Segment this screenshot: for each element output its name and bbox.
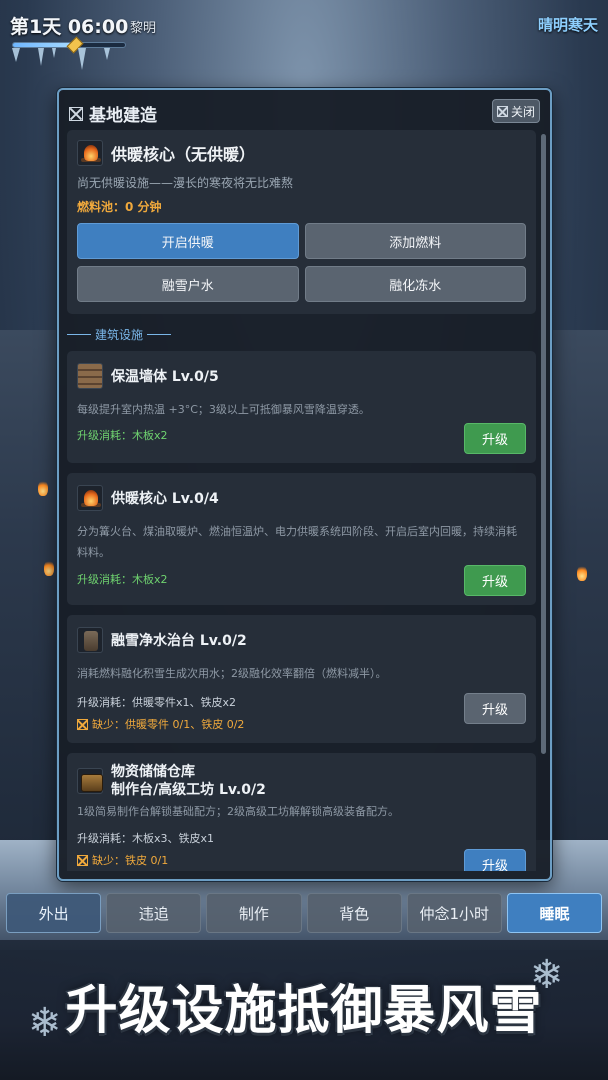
upgrade-cost: 升级消耗：供暖零件x1、铁皮x2 <box>77 696 237 709</box>
upgrade-cost: 升级消耗：木板x3、铁皮x1 <box>77 832 215 845</box>
chest-icon <box>77 768 103 794</box>
building-desc: 消耗燃料融化积雪生成次用水；2级融化效率翻倍（燃料减半）。 <box>77 667 387 680</box>
building-title-text: 供暖核心 Lv.0/4 <box>111 491 219 507</box>
time-progress-fill <box>13 43 75 47</box>
upgrade-cost: 升级消耗：木板x2 <box>77 429 168 442</box>
missing-materials-text: 缺少：铁皮 0/1 <box>92 854 169 867</box>
panel-scrollbar[interactable] <box>541 134 546 754</box>
building-title-line1: 物资储储仓库 <box>111 764 195 780</box>
torch-fire-icon <box>44 560 54 576</box>
building-card-wall: 保温墙体 Lv.0/5 每级提升室内热温 +3°C；3级以上可抵御暴风雪降温穿透… <box>67 351 536 463</box>
placeholder-box-icon <box>69 106 83 121</box>
panel-title: 基地建造 <box>69 101 157 126</box>
section-label-buildings: 建筑设施 <box>67 326 536 343</box>
go-out-button[interactable]: 外出 <box>6 893 102 933</box>
close-button[interactable]: 关闭 <box>492 99 540 123</box>
add-fuel-button[interactable]: 添加燃料 <box>304 223 526 259</box>
upgrade-button[interactable]: 升级 <box>464 423 526 454</box>
panel-scroll-area[interactable]: 供暖核心（无供暖） 尚无供暖设施——漫长的寒夜将无比难熬 燃料池：0 分钟 开启… <box>67 130 536 871</box>
wall-icon <box>77 363 103 389</box>
torch-fire-icon <box>577 565 587 581</box>
building-desc: 分为篝火台、煤油取暖炉、燃油恒温炉、电力供暖系统四阶段、开启后室内回暖，持续消耗… <box>77 525 517 559</box>
building-title-text: 融雪净水治台 Lv.0/2 <box>111 633 247 649</box>
icicle-decoration-icon <box>12 48 110 70</box>
divider <box>147 334 172 335</box>
wait-hour-button[interactable]: 仲念1小时 <box>406 893 502 933</box>
base-build-panel: 基地建造 关闭 供暖核心（无供暖） 尚无供暖设施——漫长的寒夜将无比难熬 燃料池… <box>57 88 552 881</box>
heating-core-title-text: 供暖核心（无供暖） <box>111 145 256 164</box>
close-icon <box>496 105 508 117</box>
missing-materials: 缺少：供暖零件 0/1、铁皮 0/2 <box>77 716 526 732</box>
building-desc: 每级提升室内热温 +3°C；3级以上可抵御暴风雪降温穿透。 <box>77 403 370 416</box>
warning-icon <box>77 718 88 730</box>
upgrade-button[interactable]: 升级 <box>464 565 526 596</box>
upgrade-cost: 升级消耗：木板x2 <box>77 573 168 586</box>
torch-fire-icon <box>38 480 48 496</box>
craft-button[interactable]: 制作 <box>206 893 302 933</box>
building-title-line2: 制作台/高级工坊 Lv.0/2 <box>111 782 266 798</box>
building-title: 保温墙体 Lv.0/5 <box>77 361 526 391</box>
weather-label: 晴明寒天 <box>537 16 598 34</box>
chase-button[interactable]: 违追 <box>106 893 202 933</box>
backpack-button[interactable]: 背色 <box>306 893 402 933</box>
building-card-storage: 物资储储仓库 制作台/高级工坊 Lv.0/2 1级简易制作台解锁基础配方；2级高… <box>67 753 536 871</box>
thaw-water-button[interactable]: 融化冻水 <box>304 266 526 302</box>
day-phase-label: 黎明 <box>130 21 157 36</box>
start-heating-button[interactable]: 开启供暖 <box>77 223 299 259</box>
building-title: 供暖核心 Lv.0/4 <box>77 483 526 513</box>
building-title: 物资储储仓库 制作台/高级工坊 Lv.0/2 <box>77 763 526 799</box>
heating-core-card: 供暖核心（无供暖） 尚无供暖设施——漫长的寒夜将无比难熬 燃料池：0 分钟 开启… <box>67 130 536 314</box>
promo-headline: 升级设施抵御暴风雪 <box>65 981 543 1041</box>
divider <box>67 334 91 335</box>
building-title-text: 物资储储仓库 制作台/高级工坊 Lv.0/2 <box>111 763 266 799</box>
panel-header: 基地建造 关闭 <box>59 90 550 130</box>
core-action-grid: 开启供暖 添加燃料 融雪户水 融化冻水 <box>77 223 526 302</box>
building-title-text: 保温墙体 Lv.0/5 <box>111 369 219 385</box>
brazier-icon <box>77 485 103 511</box>
day-time-label: 第1天 06:00 <box>10 16 129 38</box>
building-card-heating-core: 供暖核心 Lv.0/4 分为篝火台、煤油取暖炉、燃油恒温炉、电力供暖系统四阶段、… <box>67 473 536 605</box>
missing-materials-text: 缺少：供暖零件 0/1、铁皮 0/2 <box>92 718 245 731</box>
heating-core-title: 供暖核心（无供暖） <box>77 140 526 166</box>
building-desc: 1级简易制作台解锁基础配方；2级高级工坊解解锁高级装备配方。 <box>77 805 399 818</box>
building-card-water-purifier: 融雪净水治台 Lv.0/2 消耗燃料融化积雪生成次用水；2级融化效率翻倍（燃料减… <box>67 615 536 743</box>
building-title: 融雪净水治台 Lv.0/2 <box>77 625 526 655</box>
fuel-pool-label: 燃料池：0 分钟 <box>77 200 162 214</box>
warning-icon <box>77 854 88 866</box>
bottom-action-bar: 外出 违追 制作 背色 仲念1小时 睡眠 <box>6 893 603 933</box>
upgrade-button[interactable]: 升级 <box>464 693 526 724</box>
sleep-button[interactable]: 睡眠 <box>506 893 603 933</box>
purifier-icon <box>77 627 103 653</box>
upgrade-button[interactable]: 升级 <box>464 849 526 871</box>
close-button-label: 关闭 <box>510 104 535 119</box>
section-label-text: 建筑设施 <box>95 328 144 342</box>
panel-title-text: 基地建造 <box>89 106 157 126</box>
missing-materials: 缺少：铁皮 0/1 <box>77 852 526 868</box>
brazier-icon <box>77 140 103 166</box>
melt-snow-button[interactable]: 融雪户水 <box>77 266 299 302</box>
heating-core-desc: 尚无供暖设施——漫长的寒夜将无比难熬 <box>77 176 294 190</box>
